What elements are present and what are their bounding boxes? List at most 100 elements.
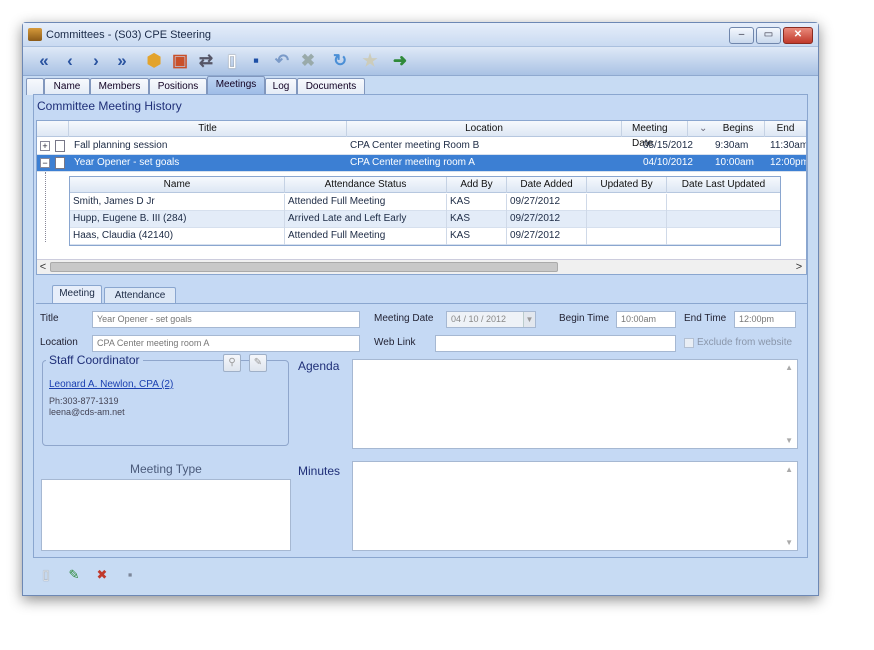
tab-icon [26, 78, 44, 95]
tab-documents[interactable]: Documents [297, 78, 365, 95]
minimize-button[interactable]: – [729, 27, 754, 44]
web-link-field[interactable] [435, 335, 676, 352]
tab-name[interactable]: Name [44, 78, 90, 95]
exit-icon[interactable]: ➜ [389, 50, 411, 72]
col-title[interactable]: Title [69, 121, 347, 137]
app-icon [28, 28, 42, 41]
col-updated-by[interactable]: Updated By [587, 177, 667, 193]
tab-positions[interactable]: Positions [149, 78, 207, 95]
expand-icon[interactable]: + [40, 141, 50, 151]
tab-log[interactable]: Log [265, 78, 297, 95]
meetings-panel: Committee Meeting History Title Location… [33, 94, 808, 558]
col-date-last-updated[interactable]: Date Last Updated [667, 177, 780, 193]
sort-desc-icon: ⌄ [699, 123, 708, 134]
tab-meeting[interactable]: Meeting [52, 285, 102, 303]
scroll-up-icon[interactable]: ▲ [785, 465, 793, 474]
list-item[interactable]: Hupp, Eugene B. III (284) Arrived Late a… [70, 211, 780, 228]
col-date-added[interactable]: Date Added [507, 177, 587, 193]
horizontal-scrollbar[interactable]: < > [37, 259, 806, 274]
minutes-textarea[interactable]: ▲ ▼ [352, 461, 798, 551]
minutes-label: Minutes [298, 464, 341, 478]
col-end[interactable]: End [765, 121, 806, 137]
delete-icon[interactable]: ✖ [93, 565, 111, 585]
web-link-label: Web Link [374, 337, 416, 348]
edit-icon[interactable]: ✎ [65, 565, 83, 585]
title-bar[interactable]: Committees - (S03) CPE Steering – ▭ ✕ [23, 23, 818, 47]
updated-by [587, 228, 667, 245]
first-record-icon[interactable]: « [33, 50, 55, 72]
cell-end: 12:00pm [770, 157, 806, 168]
col-begins[interactable]: Begins [712, 121, 765, 137]
scroll-down-icon[interactable]: ▼ [785, 538, 793, 547]
tab-members[interactable]: Members [90, 78, 149, 95]
exclude-label: Exclude from website [697, 337, 793, 348]
lookup-icon[interactable]: ⚲ [223, 354, 241, 372]
delete-icon[interactable]: ✖ [297, 50, 319, 72]
date-added: 09/27/2012 [507, 228, 587, 245]
refresh-icon[interactable]: ↻ [329, 50, 351, 72]
cell-date: 05/15/2012 [642, 140, 693, 151]
col-attendance-status[interactable]: Attendance Status [285, 177, 447, 193]
cell-location: CPA Center meeting Room B [350, 140, 480, 151]
save-icon[interactable]: ▪ [245, 50, 267, 72]
scroll-right-icon[interactable]: > [793, 260, 805, 275]
col-location[interactable]: Location [347, 121, 622, 137]
title-label: Title [40, 313, 59, 324]
agenda-textarea[interactable]: ▲ ▼ [352, 359, 798, 449]
meeting-history-grid: Title Location Meeting Date ⌄ Begins End… [36, 120, 807, 275]
close-button[interactable]: ✕ [783, 27, 813, 44]
meeting-type-label: Meeting Type [130, 462, 202, 476]
title-field[interactable]: Year Opener - set goals [92, 311, 360, 328]
search-icon[interactable]: ⬢ [143, 50, 165, 72]
col-meeting-date[interactable]: Meeting Date [622, 121, 688, 149]
committee-window: Committees - (S03) CPE Steering – ▭ ✕ « … [22, 22, 819, 596]
document-icon [55, 140, 65, 152]
next-record-icon[interactable]: › [85, 50, 107, 72]
maximize-button[interactable]: ▭ [756, 27, 781, 44]
last-record-icon[interactable]: » [111, 50, 133, 72]
begin-time-field[interactable]: 10:00am [616, 311, 676, 328]
meeting-form: Title Year Opener - set goals Meeting Da… [36, 303, 807, 557]
history-title: Committee Meeting History [37, 99, 182, 113]
new-document-icon[interactable]: ▯ [221, 50, 243, 72]
updated-by [587, 211, 667, 228]
list-item[interactable]: Haas, Claudia (42140) Attended Full Meet… [70, 228, 780, 245]
coordinator-link[interactable]: Leonard A. Newlon, CPA (2) [49, 379, 173, 390]
scroll-thumb[interactable] [50, 262, 558, 272]
cell-title: Fall planning session [74, 140, 168, 151]
col-name[interactable]: Name [70, 177, 285, 193]
meeting-type-list[interactable] [41, 479, 291, 551]
window-title: Committees - (S03) CPE Steering [46, 29, 212, 41]
collapse-icon[interactable]: − [40, 158, 50, 168]
table-row[interactable]: + Fall planning session CPA Center meeti… [37, 138, 806, 155]
exclude-checkbox[interactable] [684, 338, 694, 348]
tree-line [45, 172, 46, 242]
undo-icon[interactable]: ↶ [271, 50, 293, 72]
report-icon[interactable]: ▣ [169, 50, 191, 72]
scroll-up-icon[interactable]: ▲ [785, 363, 793, 372]
favorite-icon[interactable]: ★ [359, 50, 381, 72]
save-icon[interactable]: ▪ [121, 565, 139, 585]
chevron-down-icon[interactable]: ▼ [523, 312, 535, 327]
tab-meetings[interactable]: Meetings [207, 76, 265, 95]
location-field[interactable]: CPA Center meeting room A [92, 335, 360, 352]
list-item[interactable]: Smith, James D Jr Attended Full Meeting … [70, 194, 780, 211]
new-icon[interactable]: ▯ [37, 565, 55, 585]
clear-icon[interactable]: ✎ [249, 354, 267, 372]
col-add-by[interactable]: Add By [447, 177, 507, 193]
scroll-down-icon[interactable]: ▼ [785, 436, 793, 445]
tab-attendance[interactable]: Attendance [104, 287, 176, 303]
subgrid-header: Name Attendance Status Add By Date Added… [70, 177, 780, 193]
scroll-left-icon[interactable]: < [37, 260, 49, 275]
coordinator-phone: Ph:303-877-1319 [49, 396, 119, 406]
table-row-selected[interactable]: − Year Opener - set goals CPA Center mee… [37, 155, 806, 172]
date-added: 09/27/2012 [507, 211, 587, 228]
add-by: KAS [447, 211, 507, 228]
coordinator-email: leena@cds-am.net [49, 407, 125, 417]
previous-record-icon[interactable]: ‹ [59, 50, 81, 72]
end-time-field[interactable]: 12:00pm [734, 311, 796, 328]
cell-location: CPA Center meeting room A [350, 157, 475, 168]
cell-title: Year Opener - set goals [74, 157, 180, 168]
view-icon[interactable]: ⇄ [195, 50, 217, 72]
cell-begins: 9:30am [715, 140, 749, 151]
